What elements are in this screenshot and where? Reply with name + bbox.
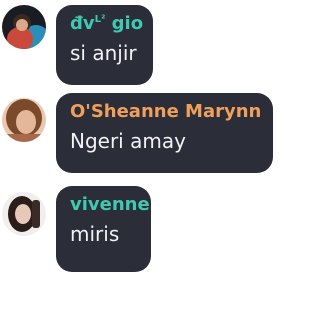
avatar[interactable] [2, 192, 46, 236]
avatar[interactable] [2, 98, 46, 142]
message-bubble[interactable]: O'Sheanne Marynn Ngeri amay [56, 93, 273, 173]
message-text: si anjir [70, 41, 137, 65]
message-text: miris [70, 222, 120, 246]
chat-message: đvL² gio si anjir [0, 0, 275, 90]
avatar[interactable] [2, 5, 46, 49]
message-text: Ngeri amay [70, 129, 186, 153]
author-name[interactable]: vivenne [70, 195, 150, 215]
chat-message: vivenne miris [0, 180, 275, 275]
author-name[interactable]: đvL² gio [70, 14, 143, 34]
avatar-photo [2, 5, 46, 49]
avatar-photo [2, 98, 46, 142]
author-name[interactable]: O'Sheanne Marynn [70, 102, 261, 122]
avatar-photo [2, 192, 46, 236]
chat-message-list: đvL² gio si anjir O'Sheanne Marynn Ngeri… [0, 0, 275, 320]
message-bubble[interactable]: vivenne miris [56, 186, 151, 272]
message-bubble[interactable]: đvL² gio si anjir [56, 5, 153, 85]
chat-message: O'Sheanne Marynn Ngeri amay [0, 90, 275, 180]
